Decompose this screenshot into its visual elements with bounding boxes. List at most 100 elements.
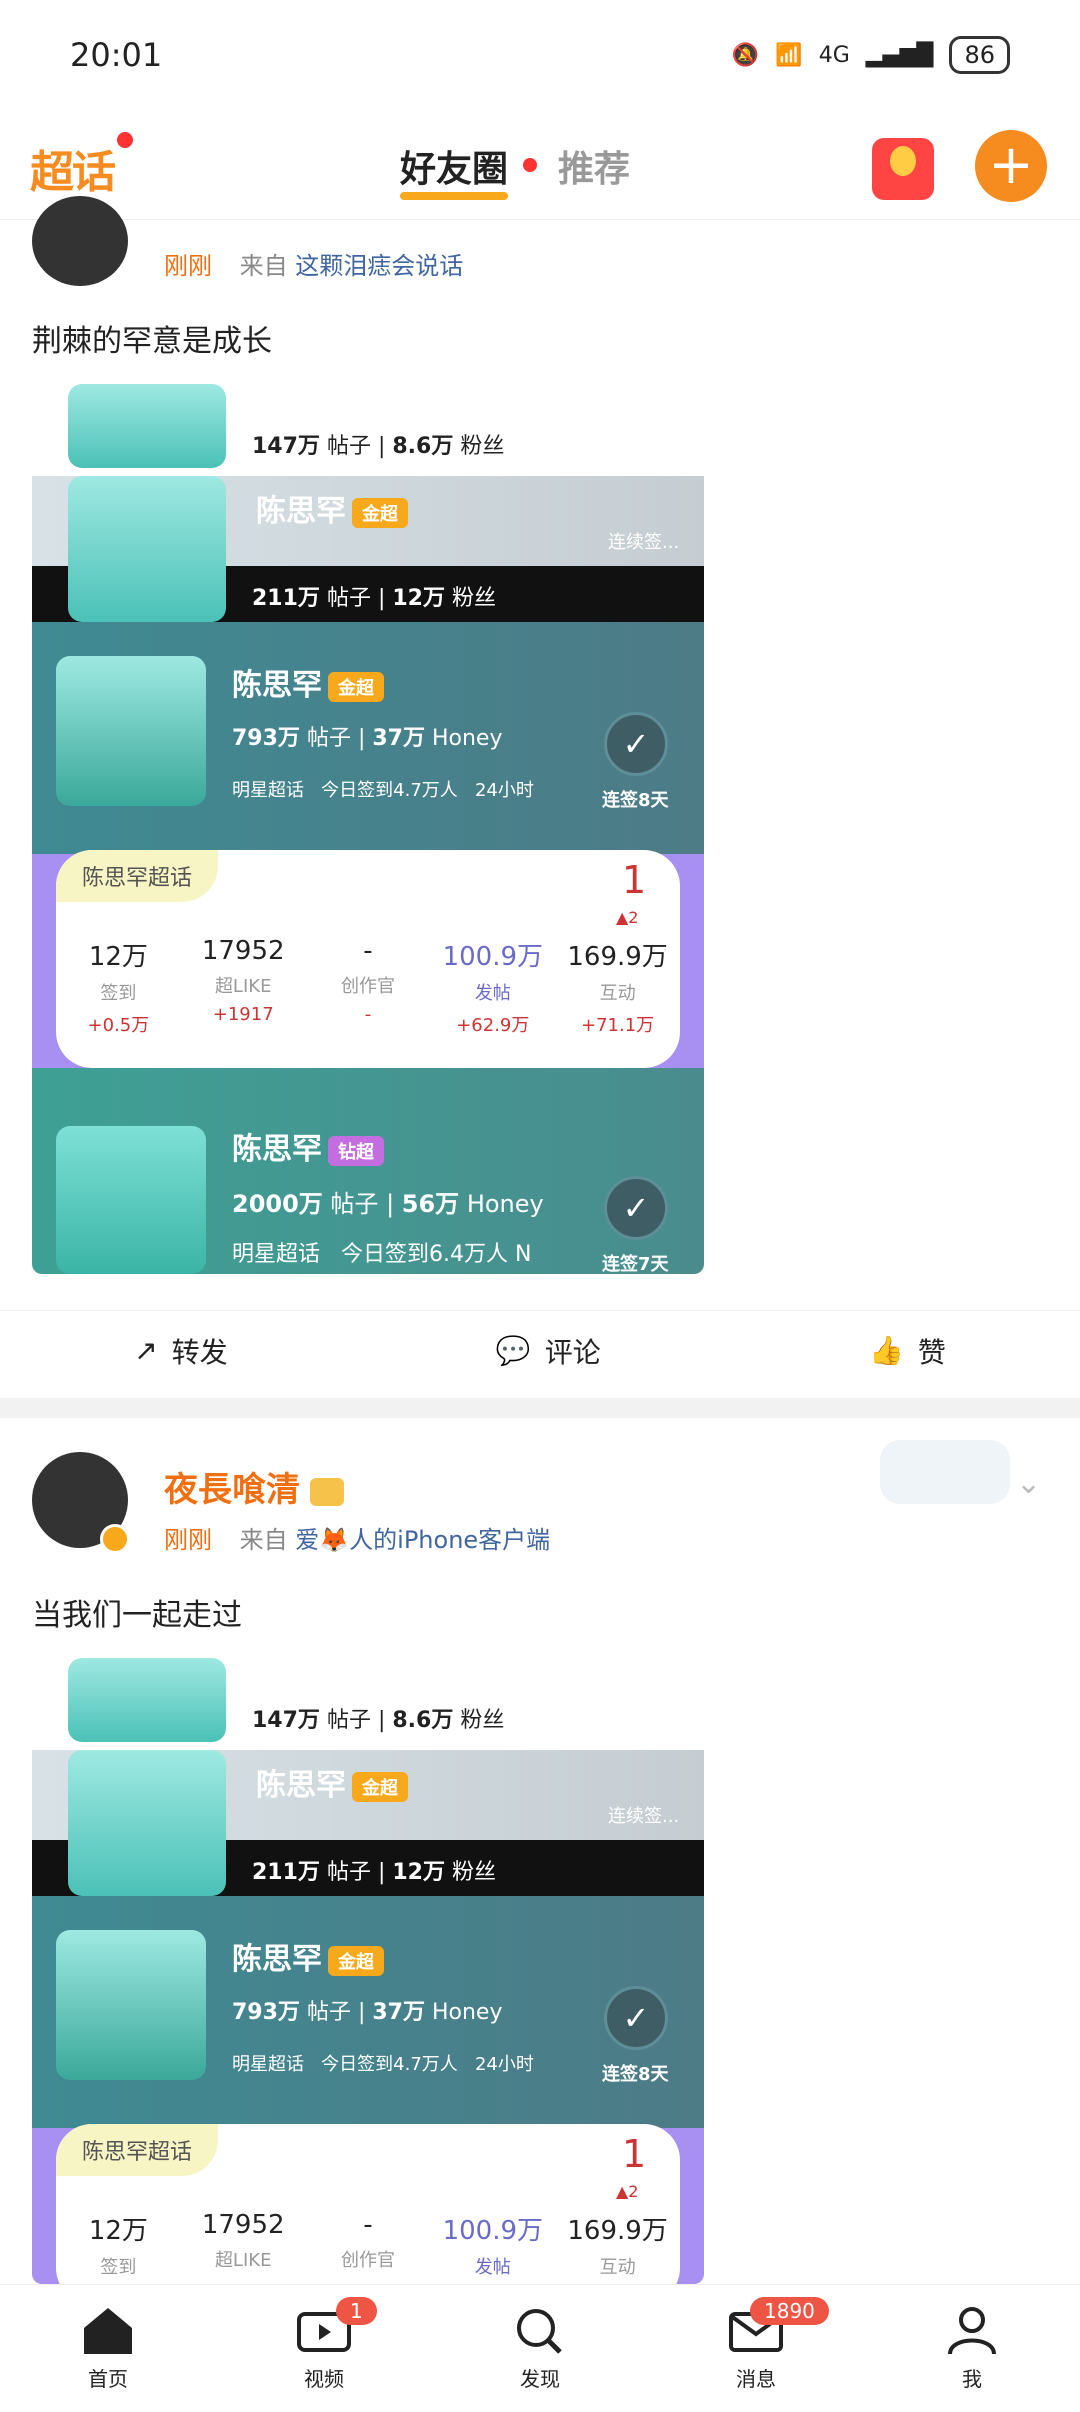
like-button[interactable]: 👍 赞 [869,1331,946,1371]
stat-signin: 12万 签到 +0.5万 [56,936,181,1037]
posts-label: 帖子 [306,2000,351,2025]
stat-value: 17952 [201,936,285,966]
level-badge: 钻超 [328,1135,384,1166]
stat-posts: 100.9万 发帖 +62.9万 [430,936,555,1037]
posts-label: 帖子 [330,1190,379,1218]
checkin-label: 连续签... [608,1806,680,1827]
stat-label: 创作官 [340,2250,395,2271]
like-icon: 👍 [868,1334,904,1367]
fans-label: 粉丝 [460,434,505,459]
topic-thumbnail [56,1126,206,1274]
video-badge: 1 [336,2297,377,2325]
feed-tabs: 好友圈 推荐 [400,140,630,200]
verified-badge-icon [100,1524,130,1554]
topic-stats: 793万 帖子 | 37万 Honey [232,2000,503,2025]
comment-icon: 💬 [495,1334,531,1367]
honey-label: Honey [431,726,503,751]
posts-count: 147万 [252,1708,320,1733]
post-source[interactable]: 这颗泪痣会说话 [295,252,463,280]
battery-icon: 86 [949,36,1010,74]
topic-name-text: 陈思罕 [256,494,346,529]
honey-label: Honey [466,1190,544,1218]
topic-stats: 147万 帖子 | 8.6万 粉丝 [252,434,505,459]
nav-home[interactable]: 首页 [38,2305,178,2392]
author-name[interactable]: 夜長喰清 [164,1462,344,1511]
fans-count: 8.6万 [392,1708,454,1733]
topic-tags: 明星超话 今日签到4.7万人 24小时 [232,2050,534,2076]
repost-button[interactable]: ↗ 转发 [134,1331,227,1371]
stat-superlike: 17952 超LIKE +1917 [181,936,306,1037]
stat-signin: 12万 签到 [56,2210,181,2279]
post-image[interactable]: 147万 帖子 | 8.6万 粉丝 陈思罕 金超 211万 帖子 | 12万 粉丝… [32,376,704,1274]
tag-label: 今日签到4.7万人 [321,2054,458,2075]
nav-label: 首页 [88,2367,128,2391]
supertopic-logo[interactable]: 超话 [30,136,116,200]
repost-label: 转发 [171,1335,228,1369]
crown-icon [310,1477,344,1506]
mute-icon: 🔕 [731,42,760,68]
fans-count: 8.6万 [392,434,454,459]
fans-count: 12万 [392,586,445,611]
nav-discover[interactable]: 发现 [470,2305,610,2392]
posts-count: 211万 [252,1860,320,1885]
nav-me[interactable]: 我 [902,2305,1042,2392]
stat-superlike: 17952 超LIKE [181,2210,306,2279]
tag-label: 今日签到6.4万人 N [341,1242,532,1267]
tab-friends[interactable]: 好友圈 [400,140,509,200]
topic-stats: 793万 帖子 | 37万 Honey [232,726,503,751]
stat-delta: +71.1万 [581,1015,655,1036]
topic-thumbnail [68,476,226,622]
stat-label: 发帖 [474,983,511,1004]
network-label: 4G [818,42,850,68]
tab-recommend[interactable]: 推荐 [558,140,630,192]
tag-label: 明星超话 [232,780,304,801]
tag-label: 今日签到4.7万人 [321,780,458,801]
topic-name: 陈思罕 金超 [232,660,384,704]
stat-delta: +62.9万 [456,1015,530,1036]
signal-icon: ▂▄▆█ [865,42,934,68]
bottom-nav: 首页 1 视频 发现 1890 消息 我 [0,2284,1080,2412]
checkin-label: 连签7天 [602,1254,669,1274]
topic-thumbnail [68,384,226,468]
post-text: 荆棘的罕意是成长 [32,324,272,359]
stat-interact: 169.9万 互动 [555,2210,680,2279]
wifi-icon: 📶 [775,42,803,68]
comment-button[interactable]: 💬 评论 [496,1331,601,1371]
topic-name-text: 陈思罕 [256,1768,346,1803]
compose-plus-button[interactable]: + [975,130,1047,202]
chevron-down-icon[interactable]: ⌄ [1016,1466,1041,1501]
level-badge: 金超 [352,1771,408,1802]
honey-count: 56万 [401,1190,460,1218]
like-label: 赞 [917,1335,946,1369]
post-actions: ↗ 转发 💬 评论 👍 赞 [0,1310,1080,1390]
posts-count: 2000万 [232,1190,323,1218]
red-packet-icon[interactable] [872,138,934,200]
stat-creator: - 创作官 [306,2210,431,2279]
stat-delta: - [364,1004,372,1025]
stat-label: 超LIKE [214,976,272,997]
nav-video[interactable]: 1 视频 [254,2297,394,2392]
topic-name: 陈思罕 钻超 [232,1124,384,1168]
stats-row: 12万 签到 17952 超LIKE - 创作官 100.9万 发帖 169.9万 互动 [56,2210,680,2279]
fans-label: 粉丝 [460,1708,505,1733]
post-image[interactable]: 147万 帖子 | 8.6万 粉丝 陈思罕 金超 211万 帖子 | 12万 粉丝… [32,1650,704,2284]
stat-delta: +1917 [212,1004,274,1025]
posts-count: 793万 [232,2000,300,2025]
post-meta: 刚刚 来自 这颗泪痣会说话 [164,246,463,281]
avatar[interactable] [32,196,128,286]
topic-stats: 2000万 帖子 | 56万 Honey [232,1190,544,1218]
panel-label: 陈思罕超话 [56,850,219,902]
source-prefix: 来自 [239,252,288,280]
stat-label: 超LIKE [214,2250,272,2271]
post-source[interactable]: 爱🦊人的iPhone客户端 [295,1526,550,1554]
checkin-icon [604,1986,668,2050]
posts-count: 211万 [252,586,320,611]
battery-level: 86 [964,41,995,69]
tag-label: 24小时 [474,780,534,801]
posts-label: 帖子 [326,586,371,611]
tag-label: 明星超话 [232,1242,321,1267]
topic-name: 陈思罕 金超 [256,1760,408,1804]
topic-thumbnail [56,656,206,806]
post-separator [0,1398,1080,1418]
nav-messages[interactable]: 1890 消息 [686,2297,829,2392]
